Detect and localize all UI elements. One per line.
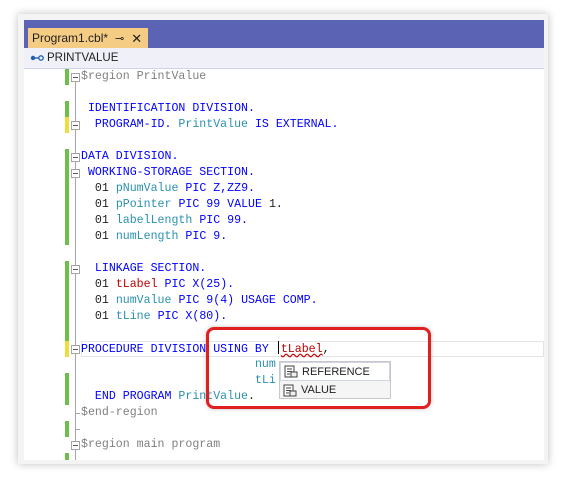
code-line: 01 numValue PIC 9(4) USAGE COMP. [81,293,318,309]
completion-item-reference[interactable]: REFERENCE [280,362,390,381]
pin-icon[interactable]: ⊸ [115,32,124,45]
level-number: 01 [94,182,109,195]
keyword-icon [284,365,298,378]
level-number: 01 [94,214,109,227]
change-bar [65,373,69,405]
change-bar [65,453,69,460]
identifier: pPointer [115,198,172,211]
keyword: PIC X(80). [157,310,228,323]
code-line: WORKING-STORAGE SECTION. [81,165,255,181]
region-directive: $region main program [81,438,221,451]
change-bar [65,421,69,437]
close-icon[interactable]: ✕ [131,32,142,45]
identifier: numValue [115,294,172,307]
keyword: WORKING-STORAGE SECTION. [87,166,255,179]
identifier: tLine [115,310,151,323]
completion-item-label: VALUE [301,384,337,396]
code-line: LINKAGE SECTION. [81,261,206,277]
unsaved-change-bar [65,341,69,357]
outline-end-tick [75,413,80,414]
code-line: IDENTIFICATION DIVISION. [81,101,255,117]
keyword: PIC Z,ZZ9. [185,182,255,195]
keyword: PIC X(25). [164,278,235,291]
keyword: LINKAGE SECTION. [94,262,207,275]
code-line: PROGRAM-ID. PrintValue IS EXTERNAL. [81,117,339,133]
keyword: PIC 99. [199,214,249,227]
member-icon [30,55,44,61]
unsaved-change-bar [65,117,69,133]
tab-program1[interactable]: Program1.cbl* ⊸ ✕ [28,28,149,48]
identifier: numLength [115,230,179,243]
identifier: PrintValue [178,118,248,131]
code-line: 01 numLength PIC 9. [81,229,227,245]
keyword: IS EXTERNAL. [254,118,339,131]
completion-list[interactable]: REFERENCE VALUE [279,361,391,399]
outline-end-tick [75,429,80,430]
code-line: 01 pPointer PIC 99 VALUE 1. [81,197,283,213]
collapse-region-icon[interactable] [71,153,80,162]
keyword: VALUE [227,198,262,211]
outline-guide [75,418,76,460]
keyword: PIC 9. [185,230,228,243]
collapse-region-icon[interactable] [71,441,80,450]
code-line: DATA DIVISION. [81,149,178,165]
collapse-region-icon[interactable] [71,121,80,130]
level-number: 01 [94,278,109,291]
collapse-region-icon[interactable] [71,169,80,178]
region-directive: $region PrintValue [81,70,207,83]
keyword-icon [283,384,297,396]
code-line: 01 pNumValue PIC Z,ZZ9. [81,181,255,197]
identifier: labelLength [115,214,193,227]
completion-item-value[interactable]: VALUE [280,381,390,399]
keyword: END PROGRAM [94,390,172,403]
keyword: IDENTIFICATION DIVISION. [87,102,255,115]
keyword: PIC 9(4) USAGE COMP. [178,294,318,307]
literal: 1. [268,198,283,211]
code-line: $region main program [81,437,220,453]
navbar-member-label: PRINTVALUE [47,52,119,64]
level-number: 01 [94,294,109,307]
code-line: $region PrintValue [81,69,206,85]
keyword: PIC 99 [178,198,221,211]
change-bar [65,261,69,341]
navigation-bar[interactable]: PRINTVALUE [24,48,544,69]
completion-item-label: REFERENCE [302,365,370,378]
change-bar [65,69,69,85]
tab-title: Program1.cbl* [32,31,109,45]
code-line: 01 tLabel PIC X(25). [81,277,234,293]
level-number: 01 [94,230,109,243]
keyword: DATA DIVISION. [81,150,179,163]
level-number: 01 [94,310,109,323]
code-line: 01 tLine PIC X(80). [81,309,227,325]
keyword: PROGRAM-ID. [94,118,172,131]
region-directive: $end-region [81,406,158,419]
document-tab-bar: Program1.cbl* ⊸ ✕ [24,20,544,48]
collapse-region-icon[interactable] [71,345,80,354]
identifier: tLabel [115,278,158,291]
code-line: $end-region [81,405,158,421]
collapse-region-icon[interactable] [71,265,80,274]
level-number: 01 [94,198,109,211]
identifier: pNumValue [115,182,179,195]
change-bar [65,149,69,245]
outline-guide [75,81,76,418]
collapse-region-icon[interactable] [71,73,80,82]
code-line: 01 labelLength PIC 99. [81,213,248,229]
